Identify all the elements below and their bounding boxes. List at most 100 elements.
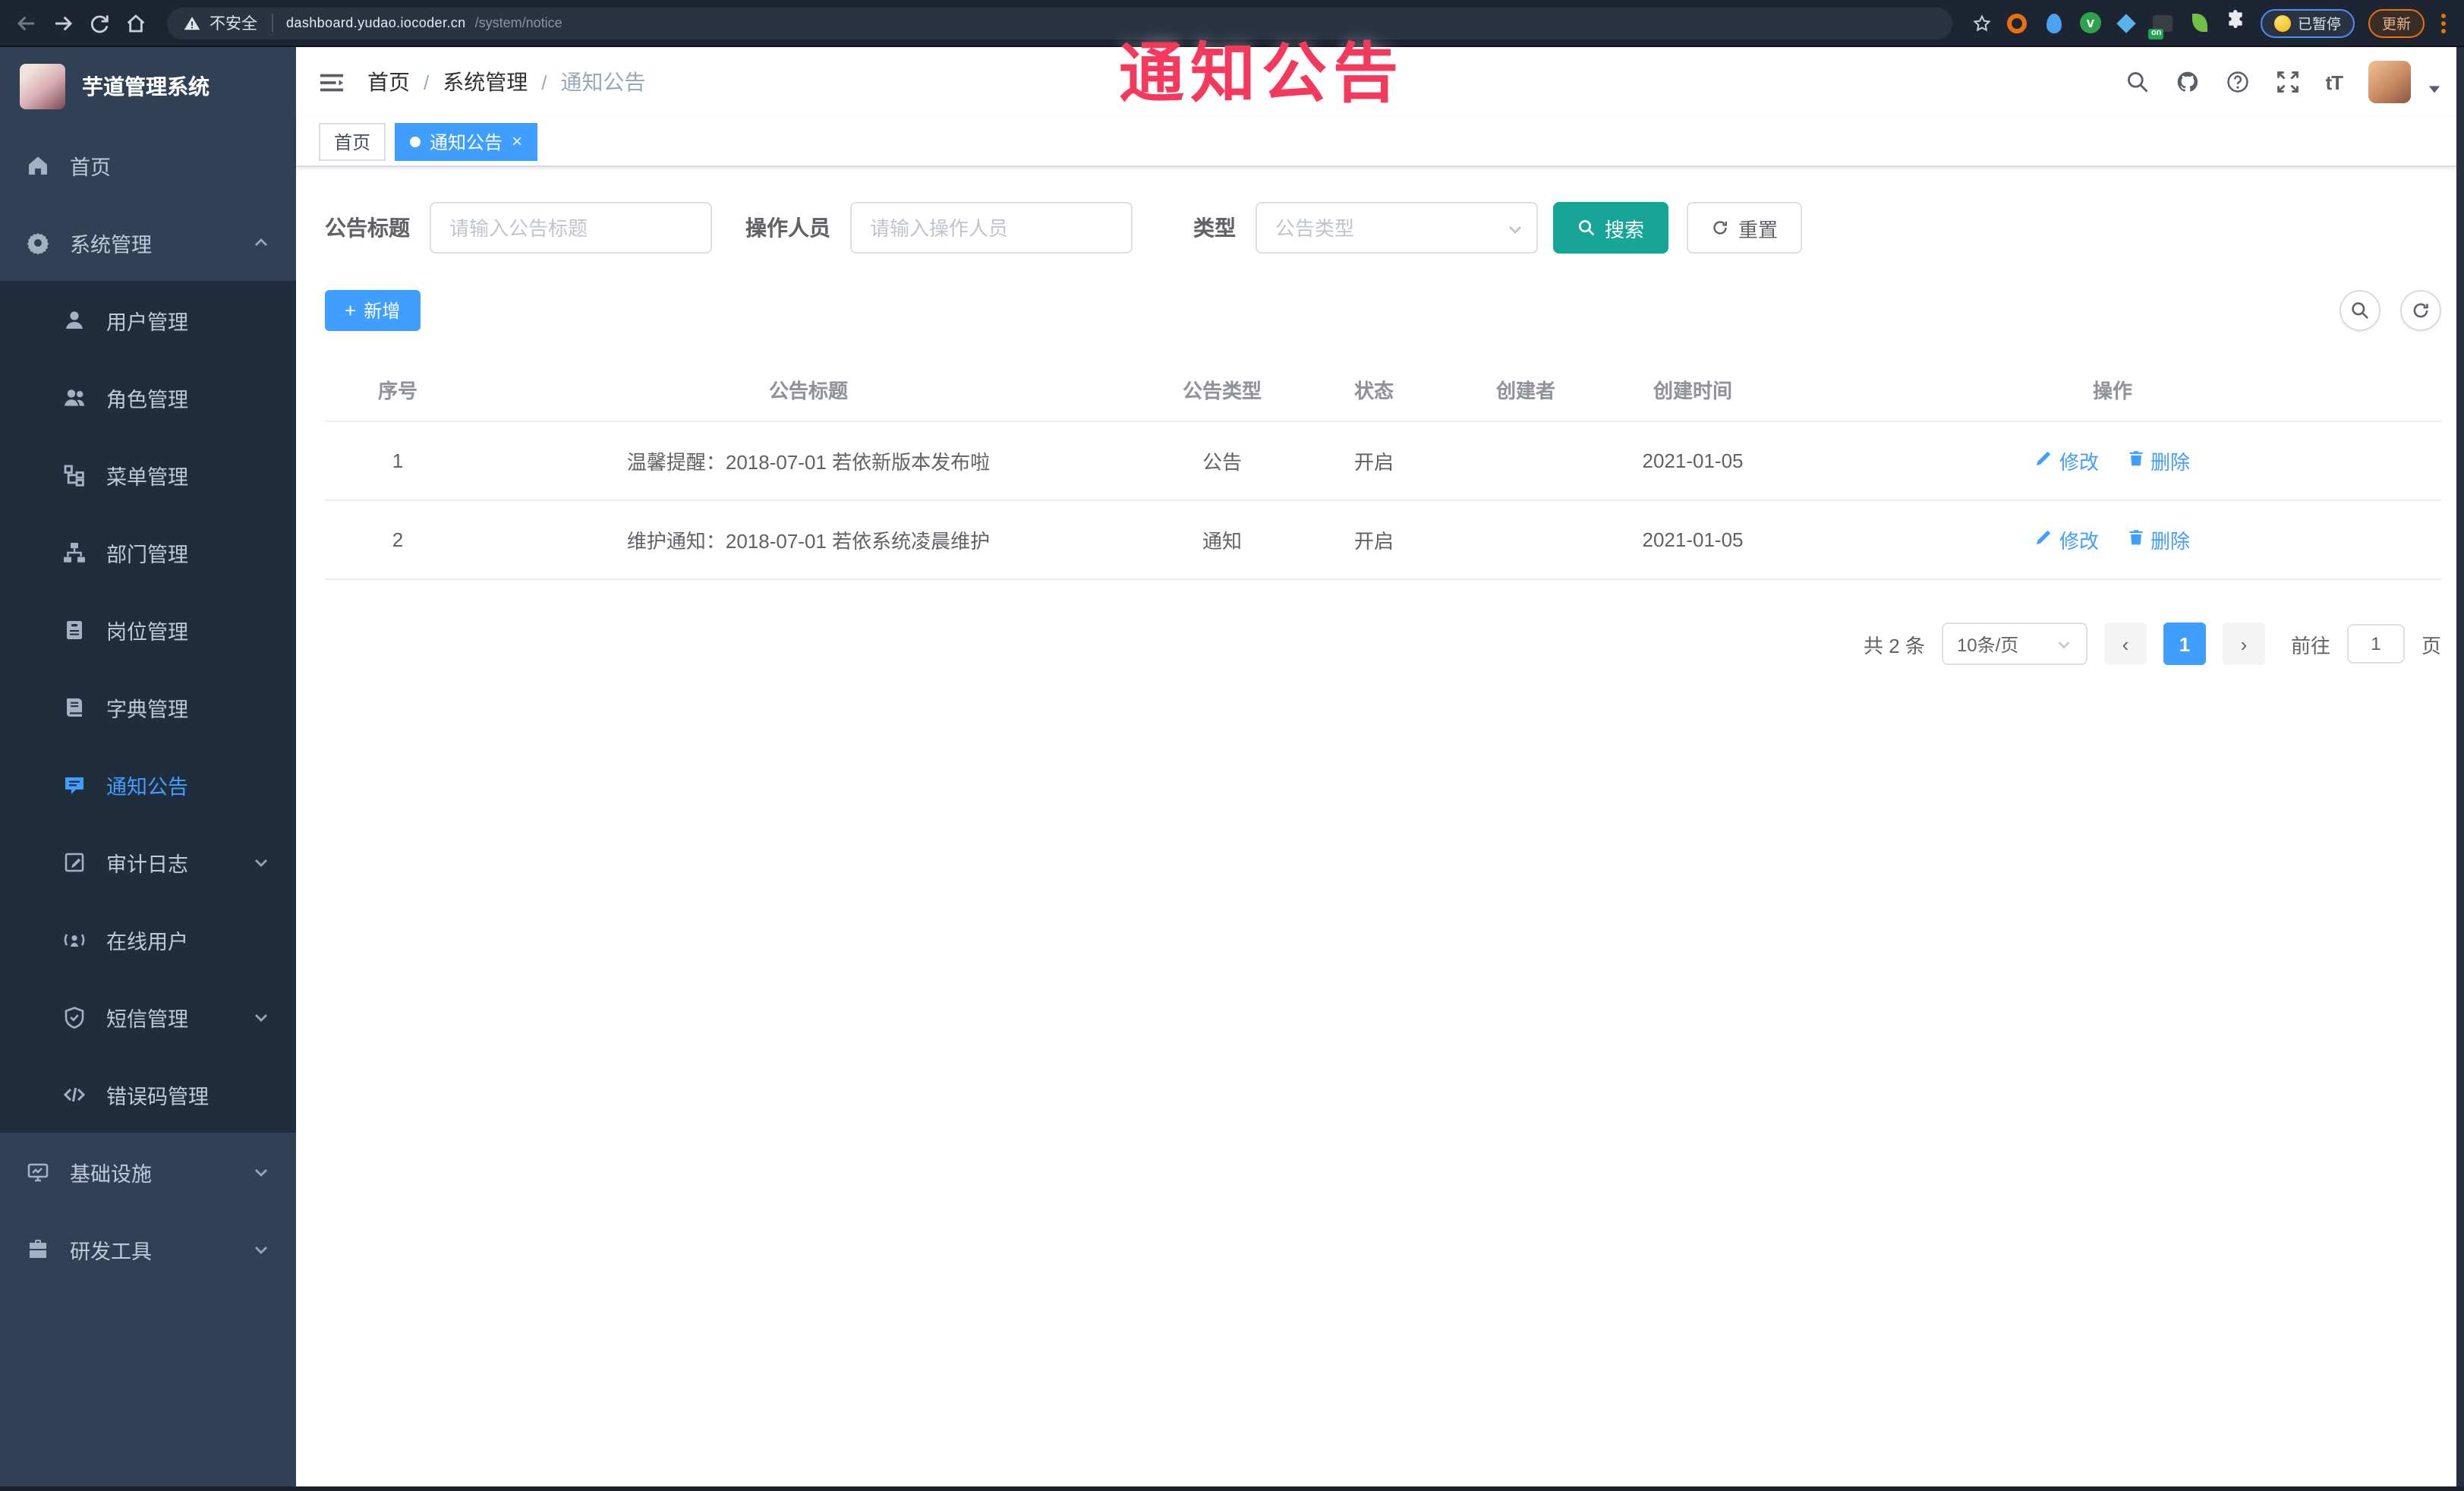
chevron-down-icon[interactable] (2428, 75, 2441, 93)
chevron-down-icon (2056, 635, 2072, 652)
page-content: 公告标题 操作人员 类型 搜索 (296, 167, 2464, 1491)
edit-button[interactable]: 修改 (2035, 446, 2099, 475)
sidebar-item-系统管理[interactable]: 系统管理 (0, 203, 296, 281)
ext-blue-drop-icon[interactable] (2043, 11, 2065, 34)
sidebar-item-通知公告[interactable]: 通知公告 (0, 746, 296, 823)
goto-page-input[interactable] (2346, 624, 2405, 664)
sidebar-item-用户管理[interactable]: 用户管理 (0, 281, 296, 358)
sidebar-item-label: 短信管理 (106, 1007, 188, 1030)
prev-page-button[interactable]: ‹ (2103, 623, 2147, 665)
page-suffix-label: 页 (2421, 634, 2441, 657)
emoji-avatar-icon (2274, 14, 2292, 31)
cell-no: 2 (325, 500, 471, 580)
browser-update-button[interactable]: 更新 (2368, 8, 2425, 37)
pagination: 共 2 条 10条/页 ‹ 1 › 前往 页 (325, 623, 2441, 665)
github-icon[interactable] (2175, 70, 2199, 94)
title-filter-input[interactable] (430, 202, 712, 254)
sidebar-item-在线用户[interactable]: 在线用户 (0, 900, 296, 978)
id-badge-icon (62, 617, 87, 641)
sidebar-item-菜单管理[interactable]: 菜单管理 (0, 436, 296, 513)
avatar[interactable] (2368, 61, 2411, 103)
sidebar-item-label: 菜单管理 (106, 465, 188, 488)
cell-type: 公告 (1146, 421, 1298, 501)
logo-row[interactable]: 芋道管理系统 (0, 47, 296, 126)
search-toggle-icon[interactable] (2340, 289, 2381, 330)
sidebar-item-首页[interactable]: 首页 (0, 126, 296, 203)
help-icon[interactable] (2225, 70, 2249, 94)
paused-label: 已暂停 (2297, 17, 2341, 33)
table-row: 2 维护通知：2018-07-01 若依系统凌晨维护 通知 开启 2021-01-05 修… (325, 500, 2441, 580)
ext-green-circle-icon[interactable]: v (2079, 11, 2102, 34)
app-logo (20, 64, 65, 109)
ext-dark-box-icon[interactable]: on (2148, 11, 2175, 39)
cell-created: 2021-01-05 (1602, 500, 1784, 580)
operator-filter-label: 操作人员 (745, 216, 830, 240)
page-size-select[interactable]: 10条/页 (1941, 623, 2087, 665)
tags-view: 首页 通知公告 × (296, 117, 2464, 167)
search-button[interactable]: 搜索 (1553, 202, 1669, 254)
tab-首页[interactable]: 首页 (319, 122, 386, 160)
chevron-down-icon (252, 1007, 270, 1026)
sidebar-item-label: 部门管理 (106, 543, 188, 566)
page-1-button[interactable]: 1 (2163, 623, 2206, 665)
sidebar-item-label: 岗位管理 (106, 620, 188, 643)
cell-actions: 修改 删除 (1784, 421, 2441, 501)
sidebar-item-部门管理[interactable]: 部门管理 (0, 513, 296, 591)
breadcrumb-item[interactable]: 系统管理 (443, 67, 528, 97)
ext-green-leaf-icon[interactable] (2188, 11, 2211, 34)
type-select-input[interactable] (1256, 202, 1538, 254)
browser-toolbar-right: v on 已暂停 更新 (1973, 8, 2449, 39)
security-status-label[interactable]: 不安全 (210, 11, 257, 34)
cell-status: 开启 (1298, 500, 1450, 580)
chevron-down-icon (252, 853, 270, 871)
type-select[interactable] (1256, 202, 1538, 254)
tab-label: 首页 (334, 131, 371, 153)
browser-home-button[interactable] (124, 11, 147, 34)
font-size-icon[interactable]: tT (2325, 71, 2343, 93)
pencil-icon (2035, 528, 2053, 551)
delete-button[interactable]: 删除 (2126, 525, 2190, 554)
dictionary-icon (62, 695, 87, 719)
sidebar-item-研发工具[interactable]: 研发工具 (0, 1210, 296, 1288)
bookmark-star-icon[interactable] (1973, 13, 1993, 33)
tab-通知公告[interactable]: 通知公告 × (395, 122, 538, 160)
address-bar[interactable]: 不安全 dashboard.yudao.iocoder.cn/system/no… (167, 7, 1953, 39)
window-bottom-edge (0, 1486, 2464, 1491)
reset-button[interactable]: 重置 (1687, 202, 1803, 254)
edit-button[interactable]: 修改 (2035, 525, 2099, 554)
cell-actions: 修改 删除 (1784, 500, 2441, 580)
refresh-icon[interactable] (2400, 289, 2441, 330)
shield-sms-icon (62, 1004, 87, 1029)
sidebar-item-角色管理[interactable]: 角色管理 (0, 358, 296, 436)
cell-status: 开启 (1298, 421, 1450, 501)
browser-menu-kebab-icon[interactable] (2438, 13, 2449, 33)
close-icon[interactable]: × (512, 132, 522, 150)
org-tree-icon (62, 540, 87, 564)
ext-orange-ring-icon[interactable] (2006, 11, 2029, 34)
sidebar-item-岗位管理[interactable]: 岗位管理 (0, 591, 296, 668)
hamburger-icon[interactable] (319, 69, 345, 95)
operator-filter-input[interactable] (850, 202, 1133, 254)
breadcrumb-item[interactable]: 首页 (367, 67, 410, 97)
delete-button[interactable]: 删除 (2126, 446, 2190, 475)
sidebar-item-label: 研发工具 (70, 1240, 152, 1262)
search-icon[interactable] (2125, 70, 2149, 94)
browser-reload-button[interactable] (88, 11, 111, 34)
trash-icon (2126, 528, 2144, 551)
next-page-button[interactable]: › (2222, 623, 2265, 665)
browser-forward-button[interactable] (52, 11, 74, 34)
profile-paused-pill[interactable]: 已暂停 (2261, 8, 2355, 37)
sidebar-item-短信管理[interactable]: 短信管理 (0, 978, 296, 1055)
app-title: 芋道管理系统 (82, 74, 210, 99)
sidebar-item-错误码管理[interactable]: 错误码管理 (0, 1055, 296, 1133)
extensions-puzzle-icon[interactable] (2225, 10, 2248, 34)
ext-blue-diamond-icon[interactable] (2116, 11, 2138, 34)
sidebar-item-基础设施[interactable]: 基础设施 (0, 1133, 296, 1210)
sidebar-item-字典管理[interactable]: 字典管理 (0, 668, 296, 746)
fullscreen-icon[interactable] (2275, 70, 2299, 94)
sidebar: 芋道管理系统 首页 系统管理 用户管理 角色管理菜单管理部门管理岗位管理字典管理 通知公… (0, 47, 296, 1491)
add-button[interactable]: + 新增 (325, 289, 421, 330)
table-toolbar: + 新增 (325, 282, 2441, 337)
sidebar-item-审计日志[interactable]: 审计日志 (0, 823, 296, 900)
browser-back-button[interactable] (15, 11, 38, 34)
